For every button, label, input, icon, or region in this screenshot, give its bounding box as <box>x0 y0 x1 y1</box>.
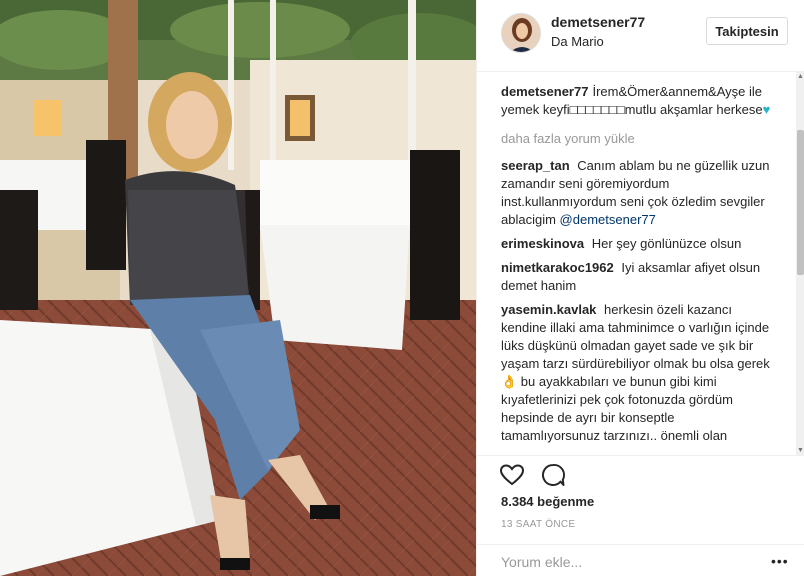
comment-username[interactable]: seerap_tan <box>501 158 570 173</box>
comment-username[interactable]: nimetkarakoc1962 <box>501 260 614 275</box>
restaurant-photo-image <box>0 0 476 576</box>
list-item: yasemin.kavlak herkesin özeli kazancı ke… <box>501 301 777 445</box>
list-item: seerap_tan Canım ablam bu ne güzellik uz… <box>501 157 777 229</box>
heart-icon[interactable] <box>499 462 525 488</box>
scroll-down-arrow-icon[interactable]: ▼ <box>796 446 804 455</box>
post-timestamp[interactable]: 13 SAAT ÖNCE <box>501 519 575 530</box>
caption-username[interactable]: demetsener77 <box>501 84 588 99</box>
comment-input[interactable] <box>501 551 741 573</box>
post-side-panel: demetsener77 Da Mario Takiptesin demetse… <box>476 0 804 576</box>
caption: demetsener77 İrem&Ömer&annem&Ayşe ile yem… <box>501 83 777 119</box>
comment-text: Her şey gönlünüzce olsun <box>591 236 742 251</box>
comments-scrollbar[interactable]: ▲ ▼ <box>796 72 804 455</box>
avatar[interactable] <box>501 13 541 53</box>
more-options-icon[interactable]: ••• <box>771 554 789 568</box>
load-more-comments-link[interactable]: daha fazla yorum yükle <box>501 131 777 146</box>
comment-text: herkesin özeli kazancı kendine illaki am… <box>501 302 770 443</box>
comment-bubble-icon[interactable] <box>540 462 566 488</box>
comment-mention[interactable]: @demetsener77 <box>560 212 656 227</box>
comment-username[interactable]: yasemin.kavlak <box>501 302 596 317</box>
likes-count[interactable]: 8.384 beğenme <box>501 494 594 509</box>
heart-emoji-icon: ♥ <box>762 102 771 117</box>
post-photo[interactable] <box>0 0 476 576</box>
header-location[interactable]: Da Mario <box>551 34 604 49</box>
header-username[interactable]: demetsener77 <box>551 14 645 30</box>
comment-username[interactable]: erimeskinova <box>501 236 584 251</box>
list-item: nimetkarakoc1962 Iyi aksamlar afiyet ols… <box>501 259 777 295</box>
follow-button[interactable]: Takiptesin <box>706 17 788 45</box>
scrollbar-thumb[interactable] <box>797 130 804 275</box>
scroll-up-arrow-icon[interactable]: ▲ <box>796 72 804 81</box>
comments-list: demetsener77 İrem&Ömer&annem&Ayşe ile yem… <box>477 72 804 455</box>
list-item: erimeskinova Her şey gönlünüzce olsun <box>501 235 777 253</box>
post-header: demetsener77 Da Mario Takiptesin <box>477 0 804 72</box>
post-actions: 8.384 beğenme 13 SAAT ÖNCE <box>477 455 804 544</box>
avatar-image <box>502 14 540 52</box>
add-comment-bar: ••• <box>477 544 804 576</box>
